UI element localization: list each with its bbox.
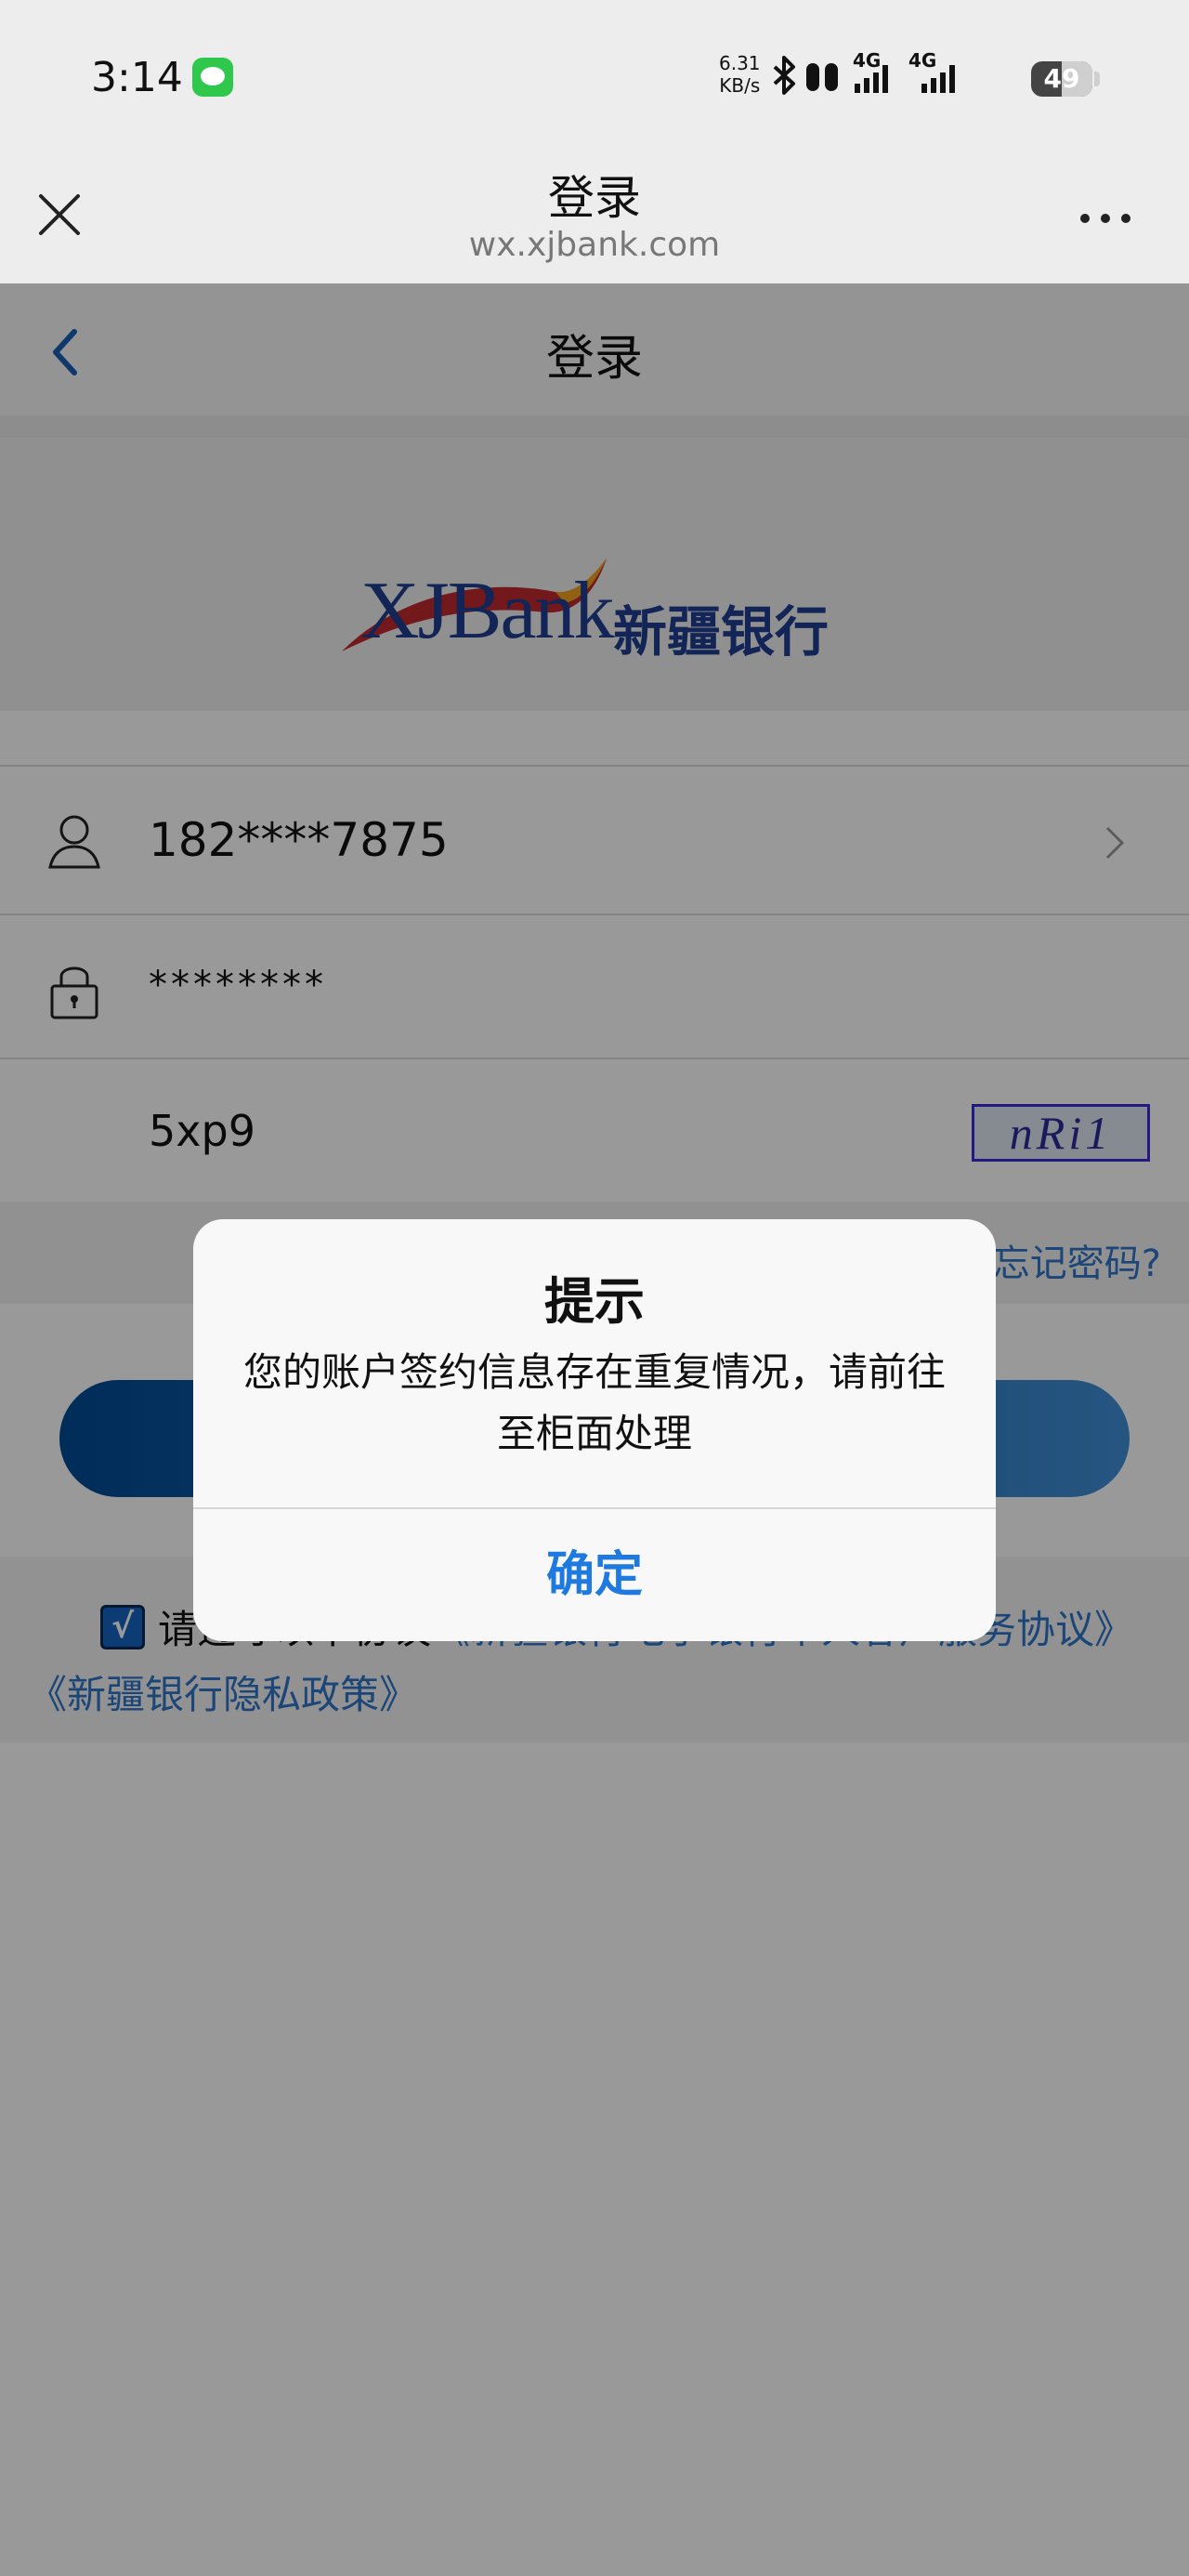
dialog-message: 您的账户签约信息存在重复情况，请前往至柜面处理 <box>242 1349 946 1456</box>
confirm-button[interactable]: 确定 <box>193 1509 996 1641</box>
battery-level: 49 <box>1043 63 1080 94</box>
browser-header: 登录 wx.xjbank.com <box>0 153 1189 283</box>
network-2-label: 4G <box>908 50 936 72</box>
network-speed-unit: KB/s <box>719 74 761 97</box>
network-speed-value: 6.31 <box>719 52 761 74</box>
dialog-title: 提示 <box>544 1272 645 1331</box>
bluetooth-icon <box>773 56 795 95</box>
earbuds-icon <box>806 63 838 91</box>
status-icons: 4G 4G <box>773 50 955 95</box>
battery-tip <box>1094 72 1100 86</box>
status-time: 3:14 <box>91 54 183 101</box>
battery-icon: 49 <box>1031 61 1092 97</box>
alert-dialog: 提示 您的账户签约信息存在重复情况，请前往至柜面处理 确定 <box>193 1219 996 1641</box>
network-speed: 6.31 KB/s <box>719 52 761 97</box>
status-bar: 3:14 6.31 KB/s 4G 4G 49 <box>0 0 1189 153</box>
browser-title: 登录 <box>548 171 641 225</box>
signal-2-icon: 4G <box>873 50 955 93</box>
network-1-label: 4G <box>853 50 881 72</box>
more-options-icon[interactable] <box>1078 209 1133 228</box>
message-notification-icon <box>192 58 233 97</box>
browser-url: wx.xjbank.com <box>468 226 721 264</box>
